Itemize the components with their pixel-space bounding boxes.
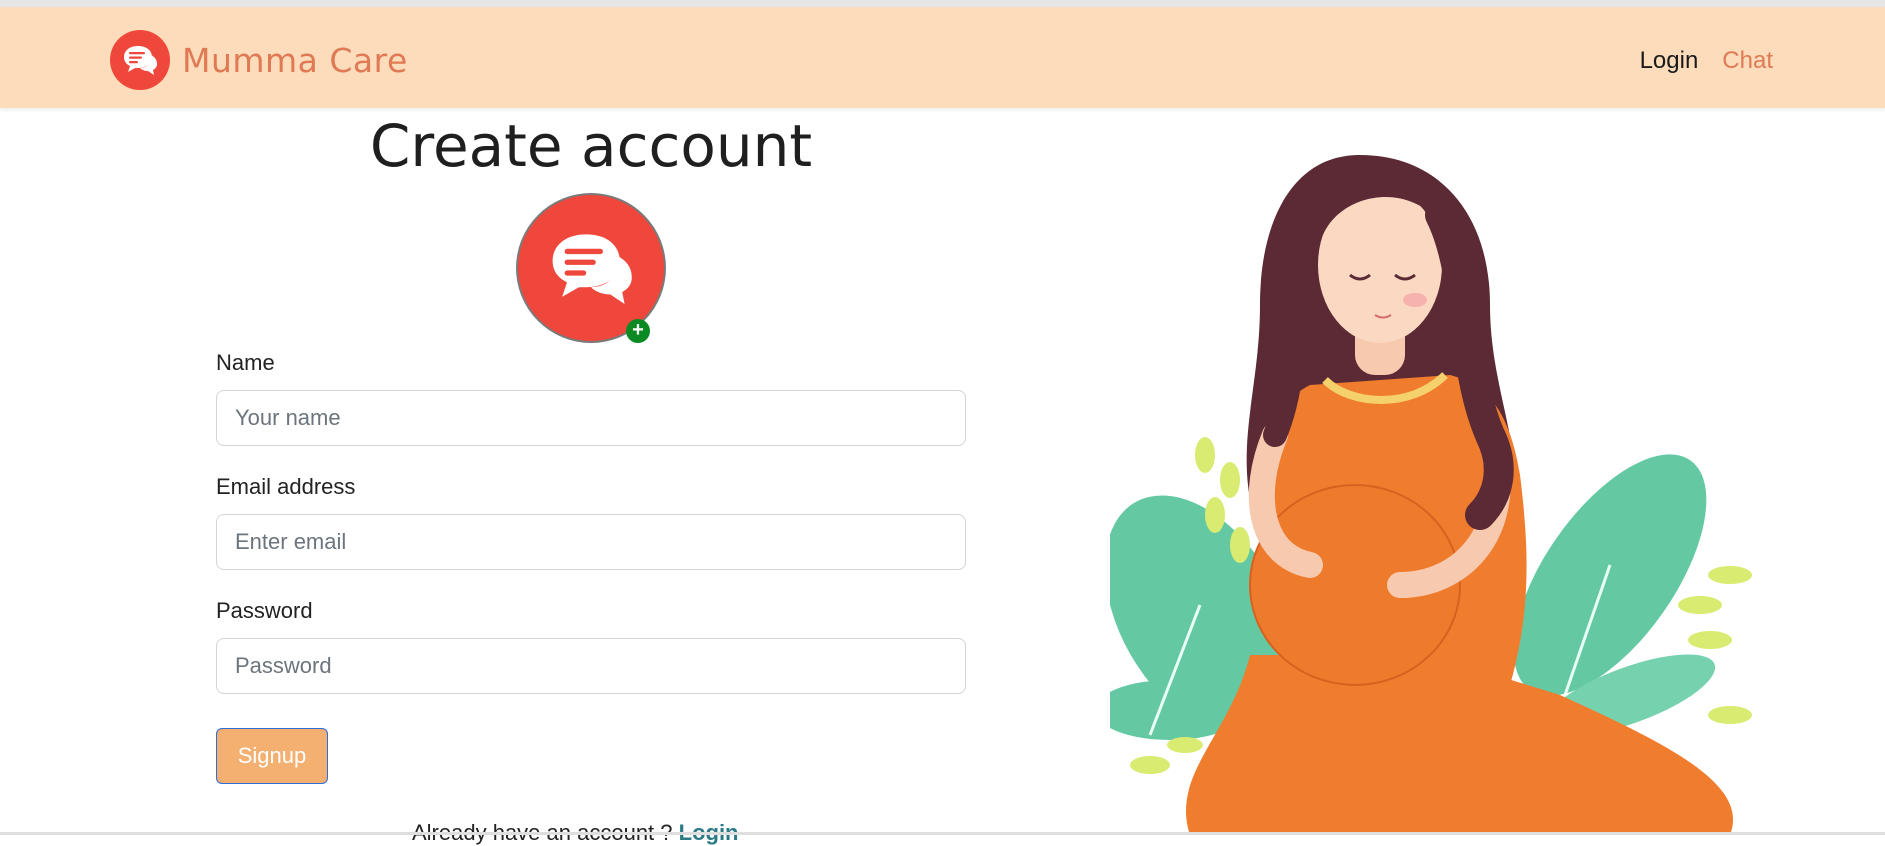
signup-form: Name Email address Password <box>216 350 966 722</box>
chat-bubbles-icon <box>552 234 632 304</box>
password-label: Password <box>216 598 313 623</box>
navbar: Mumma Care Login Chat <box>0 7 1885 108</box>
nav-login-link[interactable]: Login <box>1640 47 1699 75</box>
avatar-upload[interactable]: + <box>516 193 666 343</box>
nav-links: Login Chat <box>1640 47 1773 75</box>
name-input[interactable] <box>216 390 966 446</box>
pregnant-woman-illustration <box>1110 155 1752 835</box>
signup-button[interactable]: Signup <box>216 728 328 784</box>
browser-top-border <box>0 0 1885 7</box>
email-input[interactable] <box>216 514 966 570</box>
plus-icon[interactable]: + <box>626 319 650 343</box>
brand-name: Mumma Care <box>182 40 408 80</box>
password-input[interactable] <box>216 638 966 694</box>
name-label: Name <box>216 350 275 375</box>
page-title: Create account <box>369 112 813 180</box>
email-label: Email address <box>216 474 356 499</box>
nav-chat-link[interactable]: Chat <box>1722 47 1773 75</box>
brand-link[interactable]: Mumma Care <box>110 30 408 90</box>
chat-bubbles-icon <box>110 30 170 90</box>
